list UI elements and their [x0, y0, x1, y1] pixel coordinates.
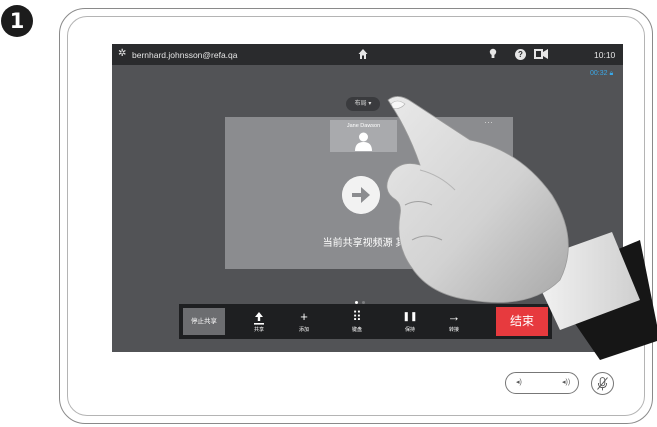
keypad-button-label: 键盘 — [351, 327, 362, 333]
share-arrow-icon — [342, 176, 380, 214]
volume-up-icon[interactable]: ◂)) — [562, 378, 570, 386]
user-account[interactable]: bernhard.johnsson@refa.qa — [132, 49, 238, 61]
layout-button[interactable]: 布局 ▾ — [346, 97, 380, 111]
help-icon[interactable]: ? — [515, 49, 526, 60]
participant-name: Jane Dawson — [346, 123, 381, 129]
add-button[interactable]: + 添加 — [285, 307, 323, 337]
add-button-label: 添加 — [298, 327, 309, 333]
share-source-caption: 当前共享视频源 其他 — [322, 238, 416, 249]
step-number-badge: 1 — [1, 5, 33, 37]
home-icon[interactable] — [358, 48, 368, 60]
gear-icon[interactable]: ✲ — [118, 48, 126, 60]
avatar-icon — [355, 132, 372, 151]
volume-down-icon[interactable]: ◂) — [516, 378, 522, 386]
transfer-icon: → — [447, 309, 461, 324]
lightbulb-icon[interactable] — [489, 48, 497, 60]
call-duration-time: 00:32 — [590, 70, 608, 77]
selfview-camera-icon[interactable] — [534, 49, 548, 59]
upload-icon — [240, 307, 278, 326]
more-options-icon[interactable]: ··· — [484, 117, 493, 127]
keypad-icon: ⠿ — [352, 309, 362, 324]
chevron-down-icon: ▾ — [368, 101, 372, 107]
transfer-button[interactable]: → 转接 — [435, 307, 473, 337]
stop-share-button[interactable]: 停止共享 — [183, 308, 225, 335]
share-button[interactable]: 共享 — [240, 307, 278, 337]
pause-icon: ❚❚ — [402, 311, 418, 321]
add-icon: + — [300, 309, 308, 324]
volume-control[interactable]: ◂) ◂)) — [505, 372, 579, 394]
hold-button[interactable]: ❚❚ 保持 — [391, 307, 429, 337]
participant-tile[interactable]: Jane Dawson — [330, 120, 397, 152]
lock-icon: 🔒︎ — [609, 70, 614, 77]
keypad-button[interactable]: ⠿ 键盘 — [338, 307, 376, 337]
layout-label: 布局 — [354, 101, 367, 107]
call-control-bar: 停止共享 共享 + 添加 ⠿ 键盘 ❚❚ 保持 → 转接 结束 — [179, 304, 552, 339]
hold-button-label: 保持 — [404, 327, 415, 333]
touch-screen: ✲ bernhard.johnsson@refa.qa ? 10:10 00:3… — [112, 44, 623, 352]
end-call-button[interactable]: 结束 — [496, 307, 548, 336]
clock: 10:10 — [594, 50, 616, 60]
transfer-button-label: 转接 — [448, 327, 459, 333]
status-bar: ✲ bernhard.johnsson@refa.qa ? 10:10 — [112, 44, 623, 65]
call-duration: 00:32 🔒︎ — [590, 70, 613, 78]
share-button-label: 共享 — [253, 327, 264, 333]
microphone-mute-icon[interactable] — [591, 372, 614, 395]
